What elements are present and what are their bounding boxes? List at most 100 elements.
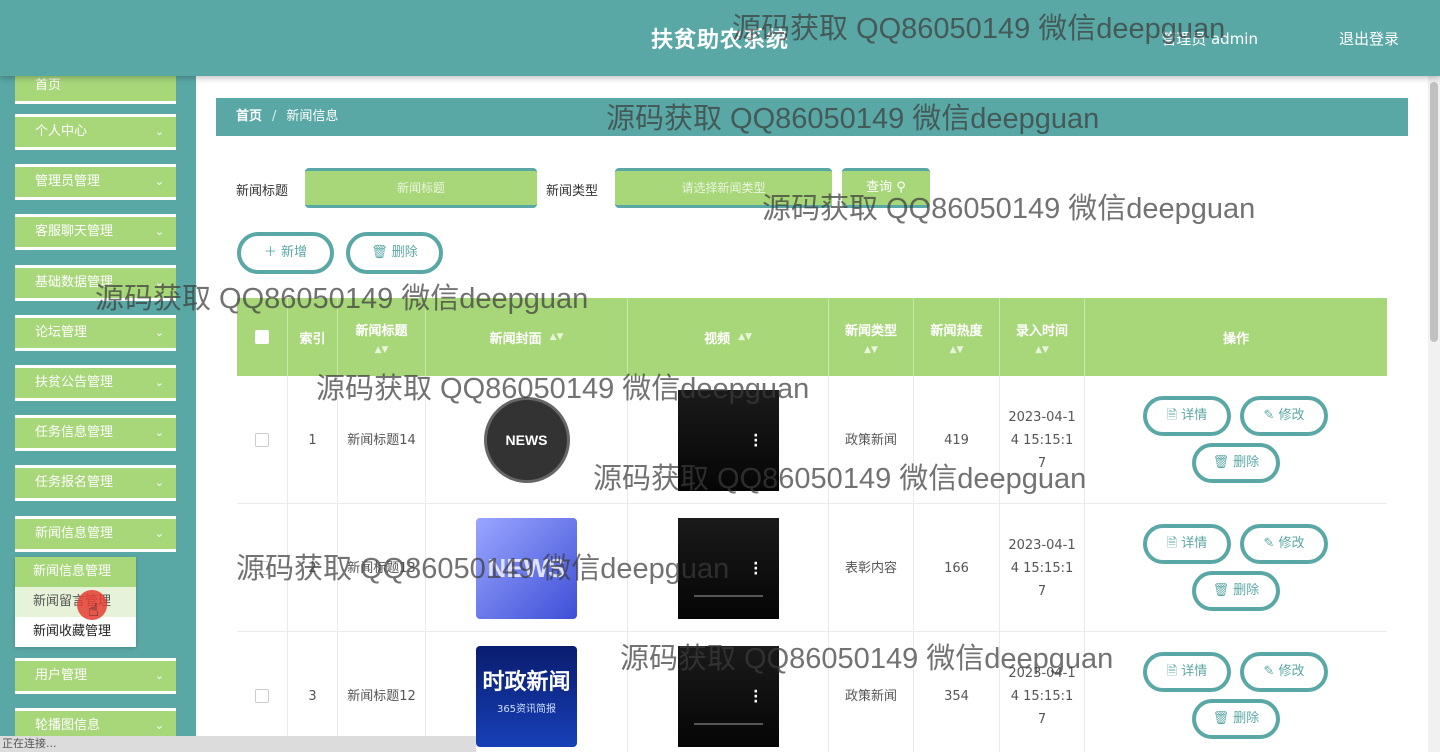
submenu-news-favorites[interactable]: 新闻收藏管理 bbox=[15, 617, 136, 647]
logout-link[interactable]: 退出登录 bbox=[1339, 28, 1399, 49]
edit-button[interactable]: ✎ 修改 bbox=[1240, 524, 1328, 564]
col-cover[interactable]: 新闻封面 ▲▼ bbox=[426, 298, 628, 376]
delete-button[interactable]: 🗑 删除 bbox=[1192, 443, 1280, 483]
col-heat[interactable]: 新闻热度 ▲▼ bbox=[914, 298, 1000, 376]
sort-icon[interactable]: ▲▼ bbox=[550, 332, 564, 342]
sidebar-item-label: 基础数据管理 bbox=[35, 275, 114, 290]
sidebar-item-task-info[interactable]: 任务信息管理 ⌄ bbox=[15, 415, 176, 451]
sidebar-item-users[interactable]: 用户管理 ⌄ bbox=[15, 658, 176, 694]
sidebar-item-label: 任务信息管理 bbox=[35, 425, 114, 440]
col-type[interactable]: 新闻类型 ▲▼ bbox=[829, 298, 914, 376]
batch-delete-button[interactable]: 🗑 删除 bbox=[346, 232, 443, 274]
delete-button[interactable]: 🗑 删除 bbox=[1192, 699, 1280, 739]
cover-cell: NEWS bbox=[426, 376, 628, 504]
video-cell: · · · bbox=[628, 376, 829, 504]
col-time[interactable]: 录入时间 ▲▼ bbox=[1000, 298, 1085, 376]
type-select[interactable] bbox=[615, 168, 832, 208]
sidebar-item-forum[interactable]: 论坛管理 ⌄ bbox=[15, 315, 176, 351]
sidebar-item-service-chat[interactable]: 客服聊天管理 ⌄ bbox=[15, 214, 176, 250]
row-select-cell bbox=[237, 376, 288, 504]
more-options-icon[interactable]: · · · bbox=[753, 429, 758, 453]
add-button[interactable]: ＋ 新增 bbox=[237, 232, 334, 274]
sidebar-item-admin[interactable]: 管理员管理 ⌄ bbox=[15, 164, 176, 200]
table-row: 3 新闻标题12 时政新闻 365资讯简报 · · · 政策新闻 354 2023-… bbox=[237, 632, 1387, 752]
index-cell: 1 bbox=[288, 376, 338, 504]
edit-button[interactable]: ✎ 修改 bbox=[1240, 652, 1328, 692]
status-bar: 正在连接... bbox=[0, 736, 476, 752]
type-cell: 政策新闻 bbox=[829, 632, 914, 752]
search-button[interactable]: 查询 ⚲ bbox=[842, 168, 930, 208]
news-cover-image[interactable]: NEWS bbox=[476, 517, 577, 619]
sidebar-item-label: 新闻信息管理 bbox=[35, 526, 114, 541]
index-cell: 2 bbox=[288, 504, 338, 632]
heat-cell: 354 bbox=[914, 632, 1000, 752]
select-all-cell bbox=[237, 298, 288, 376]
video-progress-bar[interactable] bbox=[693, 594, 763, 597]
sidebar-item-personal-center[interactable]: 个人中心 ⌄ bbox=[15, 114, 176, 150]
video-cell: · · · bbox=[628, 632, 829, 752]
sidebar-item-label: 个人中心 bbox=[35, 124, 88, 139]
breadcrumb-current: 新闻信息 bbox=[286, 109, 339, 124]
row-checkbox[interactable] bbox=[255, 433, 269, 447]
sort-icon[interactable]: ▲▼ bbox=[375, 345, 389, 355]
row-checkbox[interactable] bbox=[255, 561, 269, 575]
sidebar-item-news[interactable]: 新闻信息管理 ⌄ bbox=[15, 516, 176, 552]
table-row: 1 新闻标题14 NEWS · · · 政策新闻 419 2023-04-14 15… bbox=[237, 376, 1387, 504]
submenu-news-comments[interactable]: 新闻留言管理 bbox=[15, 587, 136, 617]
breadcrumb-home[interactable]: 首页 bbox=[236, 109, 262, 124]
sidebar-item-notice[interactable]: 扶贫公告管理 ⌄ bbox=[15, 365, 176, 401]
col-title[interactable]: 新闻标题 ▲▼ bbox=[338, 298, 426, 376]
title-search-input[interactable] bbox=[305, 168, 537, 208]
col-label: 操作 bbox=[1222, 331, 1249, 347]
edit-button[interactable]: ✎ 修改 bbox=[1240, 396, 1328, 436]
row-select-cell bbox=[237, 504, 288, 632]
sidebar-item-task-signup[interactable]: 任务报名管理 ⌄ bbox=[15, 465, 176, 501]
page-scrollbar[interactable] bbox=[1428, 76, 1440, 752]
time-cell: 2023-04-14 15:15:17 bbox=[1000, 376, 1085, 504]
sidebar-item-base-data[interactable]: 基础数据管理 ⌄ bbox=[15, 265, 176, 301]
video-player[interactable]: · · · bbox=[677, 389, 779, 491]
sidebar-item-label: 论坛管理 bbox=[35, 325, 88, 340]
select-all-checkbox[interactable] bbox=[255, 330, 269, 344]
chevron-down-icon: ⌄ bbox=[154, 426, 164, 439]
col-label: 索引 bbox=[299, 331, 326, 347]
type-cell: 政策新闻 bbox=[829, 376, 914, 504]
video-player[interactable]: · · · bbox=[677, 645, 779, 747]
sort-icon[interactable]: ▲▼ bbox=[738, 332, 752, 342]
news-cover-image[interactable]: NEWS bbox=[476, 389, 577, 491]
scrollbar-thumb[interactable] bbox=[1430, 82, 1438, 342]
col-label: 新闻类型 bbox=[844, 323, 897, 339]
title-search-label: 新闻标题 bbox=[236, 184, 289, 199]
sidebar-item-label: 用户管理 bbox=[35, 668, 88, 683]
sort-icon[interactable]: ▲▼ bbox=[1035, 345, 1049, 355]
detail-button[interactable]: 🗎 详情 bbox=[1143, 524, 1231, 564]
sort-icon[interactable]: ▲▼ bbox=[864, 345, 878, 355]
more-options-icon[interactable]: · · · bbox=[753, 557, 758, 581]
heat-cell: 419 bbox=[914, 376, 1000, 504]
chevron-down-icon: ⌄ bbox=[154, 225, 164, 238]
sidebar-item-label: 客服聊天管理 bbox=[35, 224, 114, 239]
row-checkbox[interactable] bbox=[255, 689, 269, 703]
chevron-down-icon: ⌄ bbox=[154, 276, 164, 289]
submenu-news-info[interactable]: 新闻信息管理 bbox=[15, 557, 136, 587]
video-progress-bar[interactable] bbox=[693, 722, 763, 725]
row-select-cell bbox=[237, 632, 288, 752]
cover-text: 时政新闻 bbox=[482, 670, 571, 695]
sidebar-item-label: 首页 bbox=[35, 78, 62, 93]
news-cover-image[interactable]: 时政新闻 365资讯简报 bbox=[476, 645, 577, 747]
col-video[interactable]: 视频 ▲▼ bbox=[628, 298, 829, 376]
current-user: 管理员 admin bbox=[1161, 30, 1258, 48]
detail-button[interactable]: 🗎 详情 bbox=[1143, 652, 1231, 692]
chevron-down-icon: ⌄ bbox=[154, 527, 164, 540]
sidebar-item-home[interactable]: 首页 bbox=[15, 76, 176, 104]
more-options-icon[interactable]: · · · bbox=[753, 685, 758, 709]
video-player[interactable]: · · · bbox=[677, 517, 779, 619]
title-cell: 新闻标题14 bbox=[338, 376, 426, 504]
sort-icon[interactable]: ▲▼ bbox=[950, 345, 964, 355]
heat-cell: 166 bbox=[914, 504, 1000, 632]
col-index: 索引 bbox=[288, 298, 338, 376]
delete-button[interactable]: 🗑 删除 bbox=[1192, 571, 1280, 611]
detail-button[interactable]: 🗎 详情 bbox=[1143, 396, 1231, 436]
hand-cursor-icon: ☝ bbox=[88, 600, 99, 621]
type-cell: 表彰内容 bbox=[829, 504, 914, 632]
